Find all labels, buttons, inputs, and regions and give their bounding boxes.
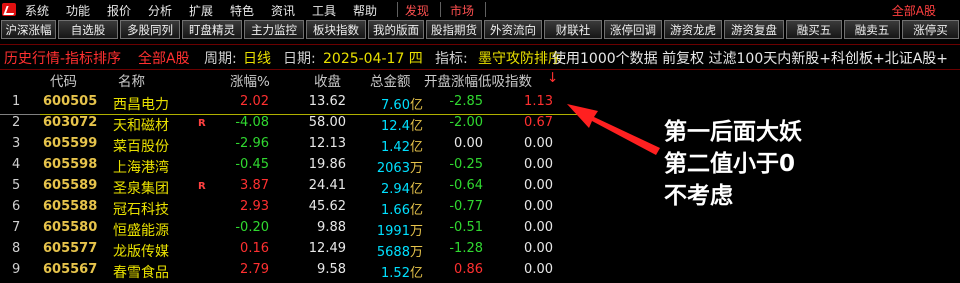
annotation-arrow-icon <box>567 104 660 155</box>
annotation-line: 不考虑 <box>664 183 733 209</box>
annotation-line: 第二值小于0 <box>664 151 796 177</box>
annotation-line: 第一后面大妖 <box>664 119 802 145</box>
